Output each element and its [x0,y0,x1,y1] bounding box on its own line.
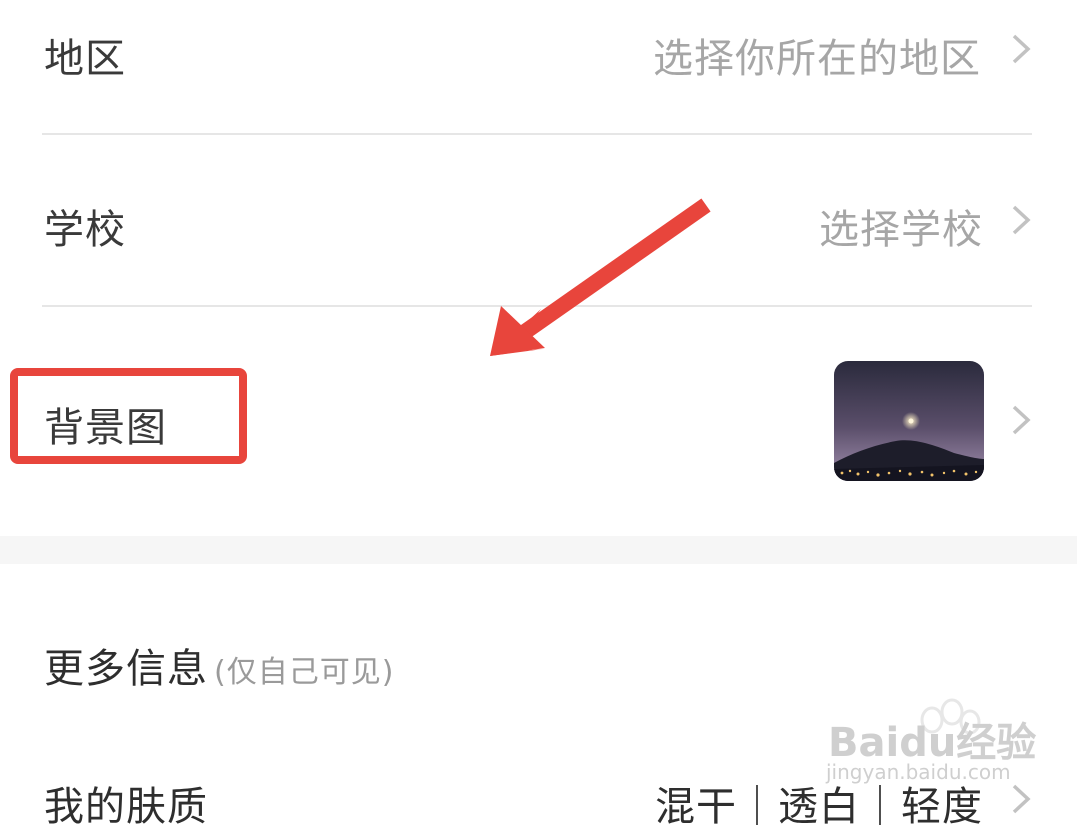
section-gap [0,536,1077,564]
chevron-right-icon [1012,34,1031,64]
chevron-right-icon [1012,784,1031,814]
school-label: 学校 [44,207,126,253]
school-row[interactable]: 学校 选择学校 [0,135,1077,305]
chevron-right-icon [1012,405,1031,435]
temperament-label: 我的肤质 [44,784,208,830]
region-value: 选择你所在的地区 [653,36,981,82]
highlight-box [10,368,247,464]
region-row[interactable]: 地区 选择你所在的地区 [0,0,1077,134]
more-info-title: 更多信息 (仅自己可见) [44,636,394,694]
region-label: 地区 [44,36,126,82]
school-value: 选择学校 [819,207,983,253]
more-info-title-text: 更多信息 [44,646,208,692]
watermark-url: jingyan.baidu.com [826,760,1011,784]
background-thumbnail[interactable] [834,361,984,481]
more-info-note: (仅自己可见) [214,655,395,690]
chevron-right-icon [1012,205,1031,235]
